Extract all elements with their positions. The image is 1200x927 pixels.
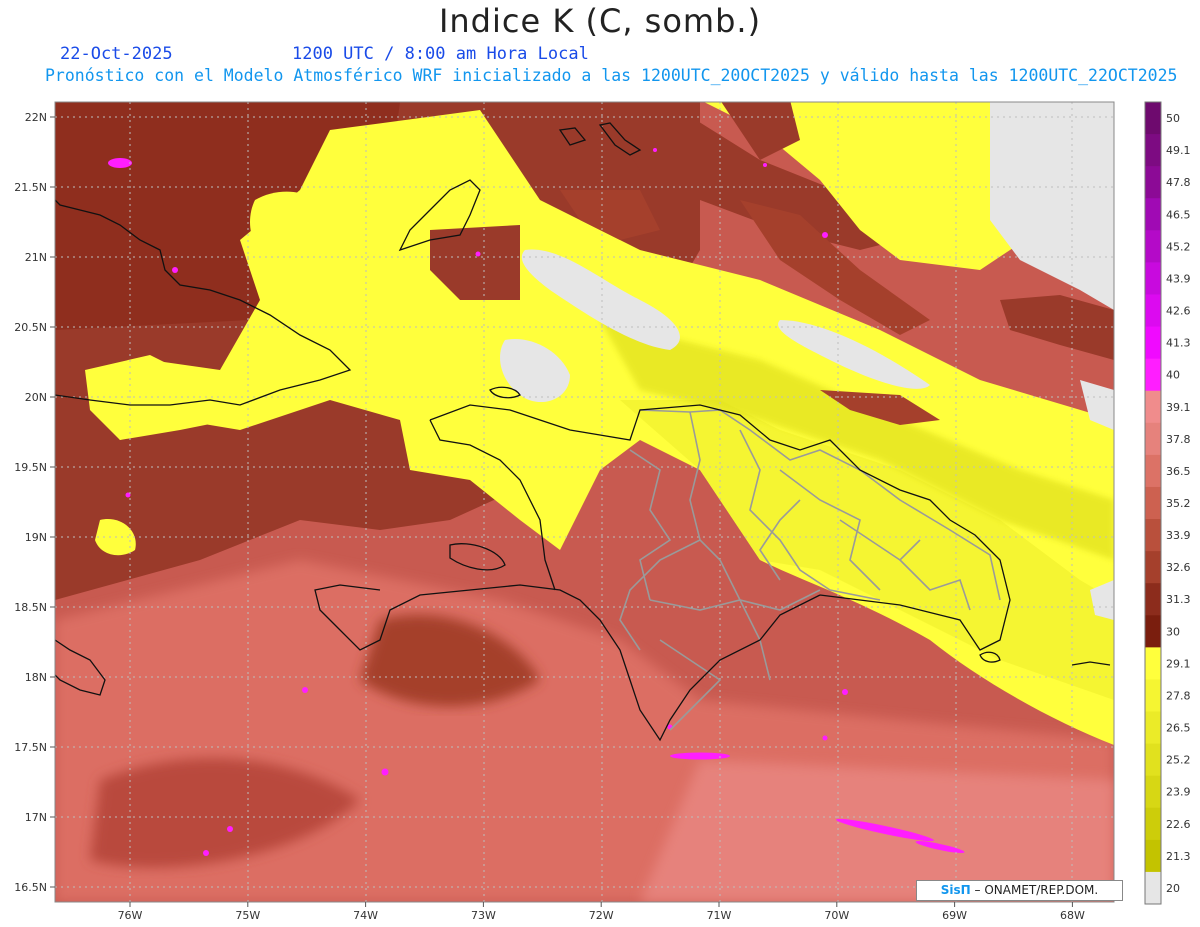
- colorbar-swatch: [1145, 230, 1161, 263]
- colorbar-label: 45.2: [1166, 240, 1191, 253]
- longitude-axis: 76W 75W 74W 73W 72W 71W 70W 69W 68W: [118, 902, 1085, 922]
- colorbar-swatch: [1145, 358, 1161, 392]
- colorbar-label: 26.5: [1166, 722, 1191, 735]
- colorbar-label: 25.2: [1166, 754, 1191, 767]
- lat-label: 16.5N: [14, 881, 47, 894]
- colorbar-label: 32.6: [1166, 561, 1191, 574]
- colorbar-swatch: [1145, 647, 1161, 680]
- colorbar-label: 40: [1166, 369, 1180, 382]
- lat-label: 18.5N: [14, 601, 47, 614]
- latitude-axis: 22N 21.5N 21N 20.5N 20N 19.5N 19N 18.5N 18N 17.5N…: [14, 111, 55, 894]
- k-index-map: 22N 21.5N 21N 20.5N 20N 19.5N 19N 18.5N 18N 17.5N…: [14, 101, 1191, 922]
- shaded-field: [55, 102, 1114, 902]
- colorbar-label: 23.9: [1166, 786, 1191, 799]
- colorbar-swatch: [1145, 326, 1161, 360]
- lat-label: 22N: [25, 111, 47, 124]
- lon-label: 69W: [942, 909, 967, 922]
- colorbar-swatch: [1145, 198, 1161, 231]
- colorbar-swatch: [1145, 679, 1161, 713]
- colorbar-swatch: [1145, 134, 1161, 167]
- lon-label: 72W: [589, 909, 614, 922]
- colorbar-label: 50: [1166, 112, 1180, 125]
- colorbar-label: 21.3: [1166, 850, 1191, 863]
- colorbar-label: 20: [1166, 882, 1180, 895]
- colorbar-label: 33.9: [1166, 529, 1191, 542]
- lon-label: 71W: [707, 909, 732, 922]
- colorbar-swatch: [1145, 166, 1161, 199]
- lon-label: 68W: [1060, 909, 1085, 922]
- colorbar-swatch: [1145, 102, 1161, 135]
- colorbar-swatch: [1145, 807, 1161, 841]
- lat-label: 19N: [25, 531, 47, 544]
- credit-brand: SisΠ: [940, 883, 971, 897]
- lat-label: 18N: [25, 671, 47, 684]
- lon-label: 76W: [118, 909, 143, 922]
- colorbar-swatch: [1145, 711, 1161, 745]
- credit-box: SisΠ – ONAMET/REP.DOM.: [916, 880, 1123, 901]
- colorbar-swatch: [1145, 486, 1161, 520]
- colorbar-swatch: [1145, 839, 1161, 873]
- colorbar-label: 31.3: [1166, 593, 1191, 606]
- lat-label: 20N: [25, 391, 47, 404]
- colorbar-swatch: [1145, 775, 1161, 809]
- colorbar-swatch: [1145, 615, 1161, 648]
- colorbar-label: 27.8: [1166, 689, 1191, 702]
- colorbar-swatch: [1145, 871, 1161, 905]
- colorbar-label: 47.8: [1166, 176, 1191, 189]
- colorbar-label: 37.8: [1166, 433, 1191, 446]
- lat-label: 21.5N: [14, 181, 47, 194]
- colorbar-label: 49.1: [1166, 144, 1191, 157]
- colorbar-label: 30: [1166, 625, 1180, 638]
- colorbar-swatch: [1145, 294, 1161, 328]
- colorbar-swatch: [1145, 390, 1161, 424]
- colorbar-swatch: [1145, 743, 1161, 777]
- colorbar-label: 29.1: [1166, 657, 1191, 670]
- lat-label: 21N: [25, 251, 47, 264]
- lat-label: 20.5N: [14, 321, 47, 334]
- lat-label: 19.5N: [14, 461, 47, 474]
- colorbar-swatch: [1145, 583, 1161, 616]
- colorbar-label: 36.5: [1166, 465, 1191, 478]
- colorbar-label: 46.5: [1166, 208, 1191, 221]
- colorbar-swatch: [1145, 422, 1161, 456]
- colorbar-label: 22.6: [1166, 818, 1191, 831]
- lat-label: 17.5N: [14, 741, 47, 754]
- colorbar-swatch: [1145, 519, 1161, 552]
- lon-label: 73W: [471, 909, 496, 922]
- lat-label: 17N: [25, 811, 47, 824]
- colorbar-label: 42.6: [1166, 305, 1191, 318]
- colorbar-label: 39.1: [1166, 401, 1191, 414]
- credit-text: – ONAMET/REP.DOM.: [970, 883, 1099, 897]
- colorbar-swatch: [1145, 551, 1161, 584]
- colorbar: 50 49.1 47.8 46.5 45.2 43.9 42.6 41.3 40 39.1 37.8…: [1144, 101, 1191, 905]
- colorbar-swatch: [1145, 454, 1161, 488]
- lon-label: 74W: [353, 909, 378, 922]
- colorbar-label: 41.3: [1166, 337, 1191, 350]
- lon-label: 75W: [235, 909, 260, 922]
- colorbar-label: 35.2: [1166, 497, 1191, 510]
- lon-label: 70W: [824, 909, 849, 922]
- colorbar-label: 43.9: [1166, 272, 1191, 285]
- colorbar-swatch: [1145, 262, 1161, 295]
